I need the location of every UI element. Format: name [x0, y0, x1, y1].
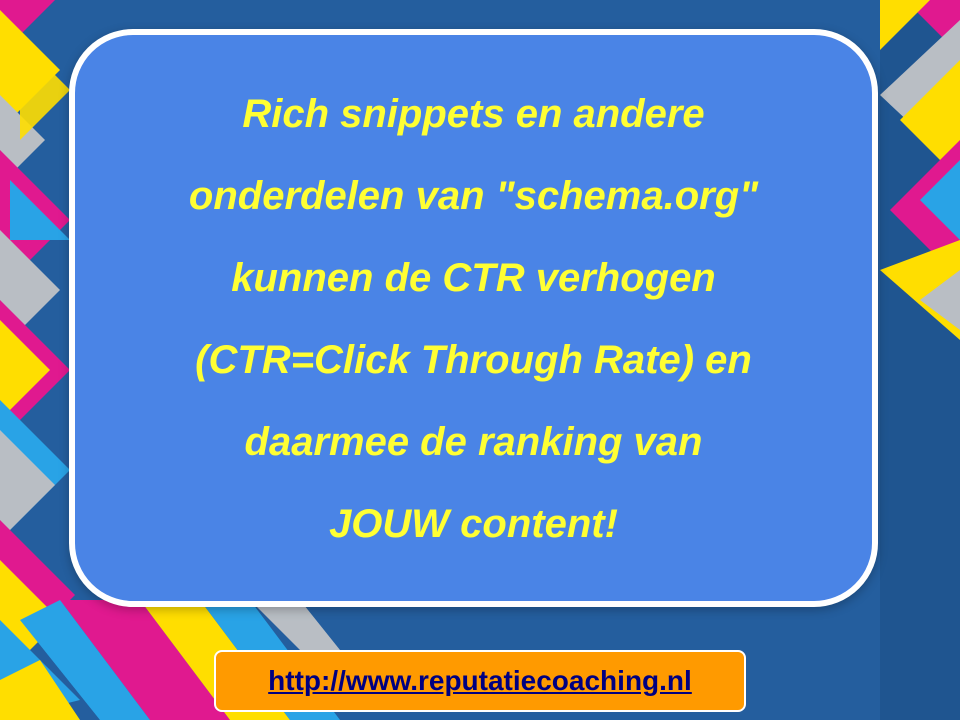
- message-line: daarmee de ranking van: [244, 420, 703, 464]
- message-line: (CTR=Click Through Rate) en: [195, 338, 752, 382]
- message-text: Rich snippets en andere onderdelen van "…: [75, 73, 872, 565]
- message-line: Rich snippets en andere: [242, 92, 705, 136]
- message-line: JOUW content!: [329, 502, 618, 546]
- message-card: Rich snippets en andere onderdelen van "…: [69, 29, 878, 607]
- message-line: kunnen de CTR verhogen: [231, 256, 716, 300]
- message-line: onderdelen van "schema.org": [188, 174, 759, 218]
- website-link-box: http://www.reputatiecoaching.nl: [214, 650, 746, 712]
- website-link[interactable]: http://www.reputatiecoaching.nl: [268, 665, 692, 697]
